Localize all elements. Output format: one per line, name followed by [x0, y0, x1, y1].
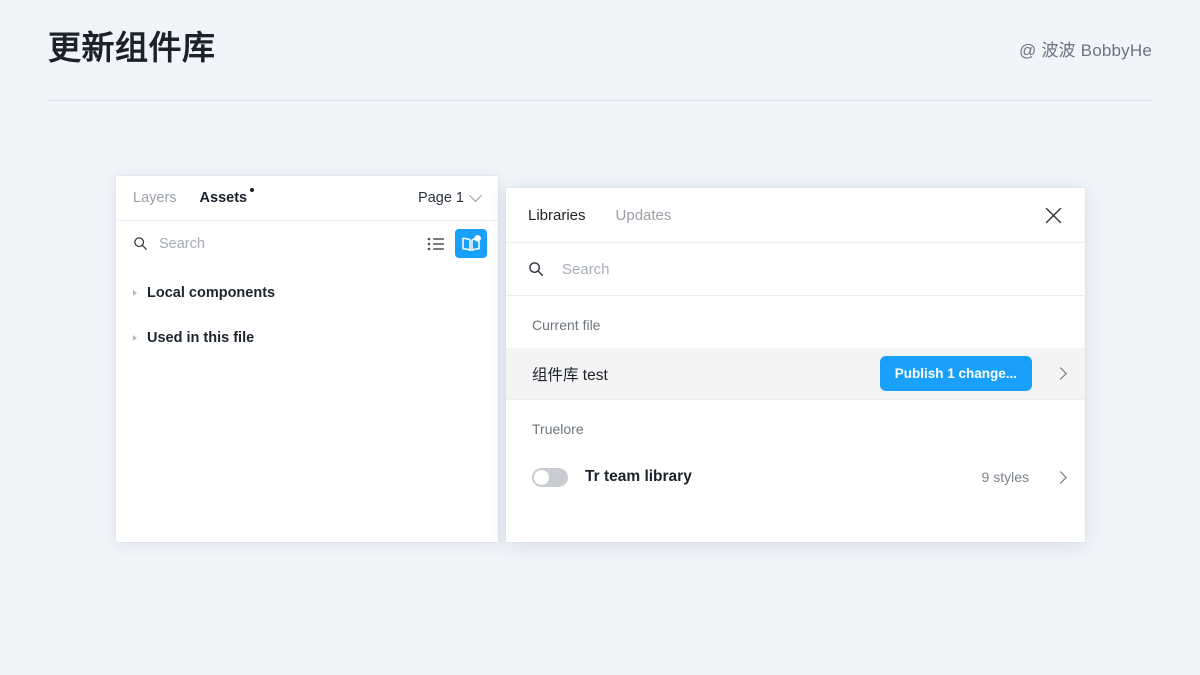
- publish-changes-button[interactable]: Publish 1 change...: [879, 356, 1032, 391]
- toggle-knob: [534, 469, 549, 485]
- chevron-right-icon[interactable]: [1054, 367, 1067, 380]
- tab-layers[interactable]: Layers: [133, 190, 177, 206]
- search-icon: [134, 237, 147, 250]
- page-selector[interactable]: Page 1: [418, 188, 482, 206]
- library-row-name: Tr team library: [585, 468, 692, 485]
- search-icon: [529, 262, 544, 277]
- libraries-tabbar: Libraries Updates: [506, 188, 1085, 243]
- tree-item-label: Used in this file: [147, 330, 255, 346]
- section-label: Truelore: [532, 421, 584, 437]
- page-header: 更新组件库 @ 波波 BobbyHe: [48, 0, 1152, 101]
- libraries-search-row: Search: [506, 243, 1085, 296]
- libraries-search-input[interactable]: Search: [562, 261, 610, 278]
- tree-item-local-components[interactable]: Local components: [116, 278, 498, 308]
- libraries-panel: Libraries Updates Search Current file 组件…: [506, 188, 1085, 542]
- assets-search-input[interactable]: Search: [159, 236, 423, 252]
- library-styles-count: 9 styles: [981, 469, 1029, 485]
- tab-assets[interactable]: Assets: [199, 188, 255, 206]
- section-label: Current file: [532, 317, 601, 333]
- chevron-down-icon: [469, 188, 482, 202]
- open-libraries-button[interactable]: [455, 229, 487, 258]
- chevron-right-icon[interactable]: [1054, 470, 1067, 484]
- close-button[interactable]: [1041, 203, 1065, 227]
- assets-panel: Layers Assets Page 1 Search Local compon…: [116, 176, 498, 542]
- list-view-toggle-button[interactable]: [423, 231, 449, 257]
- tree-item-label: Local components: [147, 285, 276, 301]
- page-author: @ 波波 BobbyHe: [1018, 40, 1152, 60]
- assets-tree: Local components Used in this file: [116, 266, 498, 353]
- tree-item-used-in-this-file[interactable]: Used in this file: [116, 323, 498, 353]
- tab-libraries[interactable]: Libraries: [528, 207, 586, 224]
- expand-triangle-icon: [133, 290, 137, 296]
- expand-triangle-icon: [133, 335, 137, 341]
- assets-search-row: Search: [116, 221, 498, 266]
- tab-assets-label: Assets: [199, 190, 248, 206]
- library-enable-toggle[interactable]: [532, 467, 568, 487]
- library-row-name: 组件库 test: [532, 366, 608, 384]
- list-view-icon: [427, 237, 444, 250]
- page-selector-label: Page 1: [418, 190, 464, 206]
- page-title: 更新组件库: [48, 28, 216, 66]
- close-icon: [1045, 207, 1061, 223]
- assets-tabbar: Layers Assets Page 1: [116, 176, 498, 221]
- tab-updates[interactable]: Updates: [616, 207, 672, 224]
- section-truelore: Truelore Tr team library 9 styles: [506, 400, 1085, 503]
- book-library-icon: [462, 234, 481, 251]
- unsaved-dot-icon: [250, 188, 255, 192]
- section-current-file: Current file 组件库 test Publish 1 change..…: [506, 296, 1085, 400]
- library-row-current-file[interactable]: 组件库 test Publish 1 change...: [506, 348, 1085, 400]
- library-row-team-library[interactable]: Tr team library 9 styles: [506, 451, 1085, 503]
